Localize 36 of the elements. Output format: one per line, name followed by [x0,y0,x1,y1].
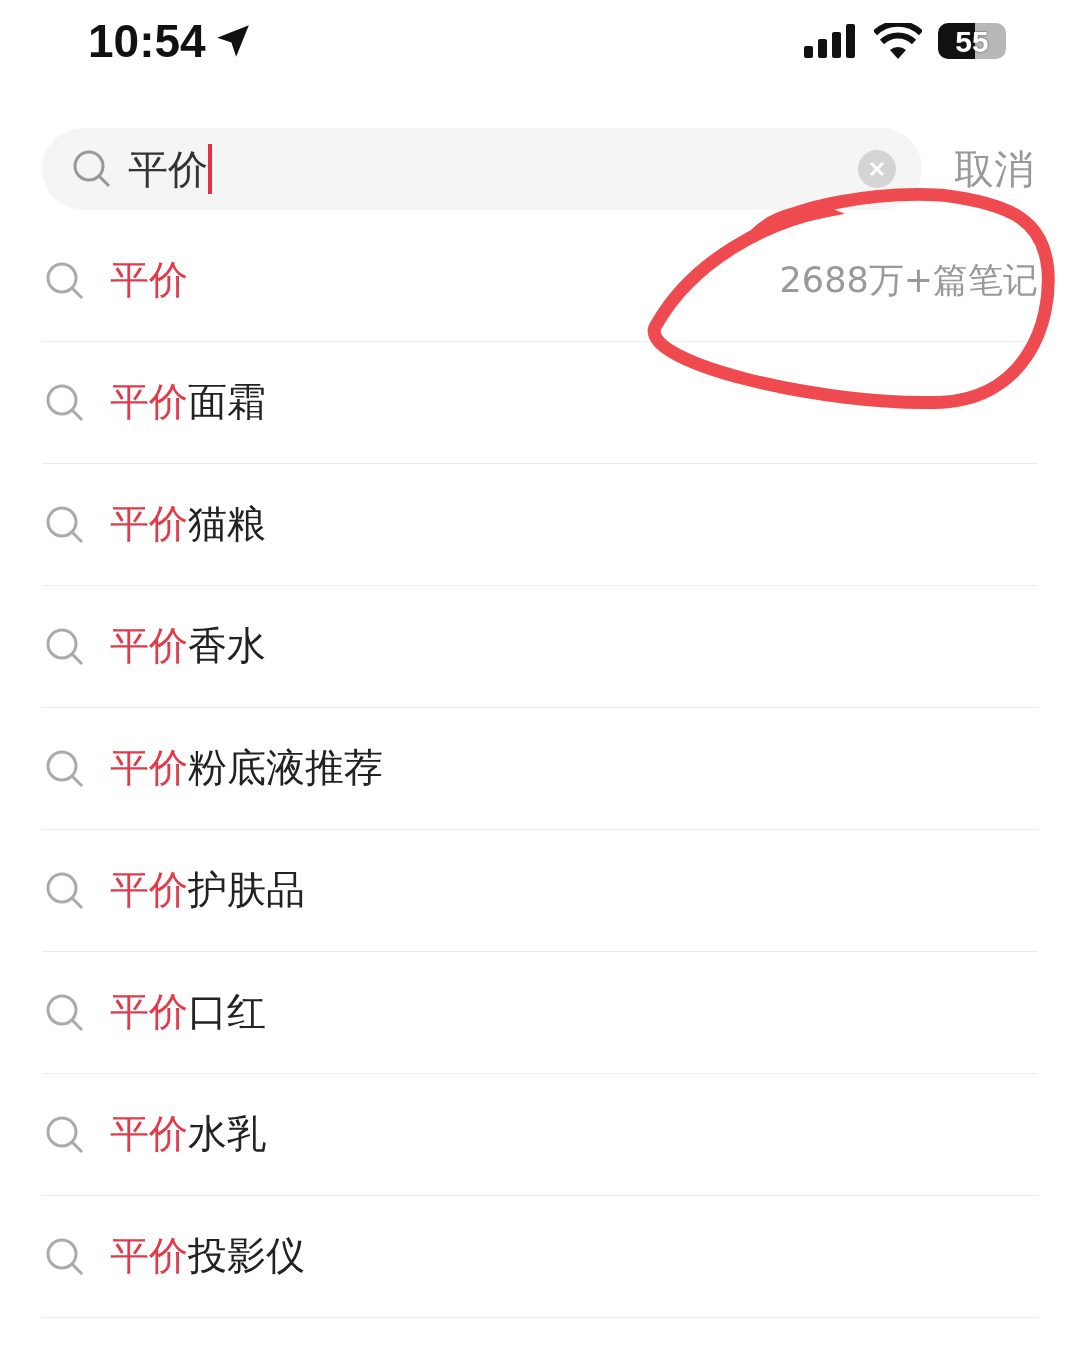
suggestion-text: 平价粉底液推荐 [110,744,383,793]
suggestion-text: 平价 [110,256,188,305]
search-icon [46,627,84,666]
search-icon [46,505,84,544]
clear-button[interactable] [858,150,896,188]
suggestion-item[interactable]: 平价粉底液推荐 [42,708,1038,830]
search-icon [46,871,84,910]
suggestion-item[interactable]: 平价 2688万+篇笔记 [42,220,1038,342]
search-icon [46,1237,84,1276]
suggestion-text: 平价投影仪 [110,1232,305,1281]
suggestion-text: 平价护肤品 [110,866,305,915]
wifi-icon [874,23,922,59]
suggestion-text: 平价猫粮 [110,500,266,549]
note-count: 2688万+篇笔记 [779,259,1038,303]
suggestion-item[interactable]: 平价投影仪 [42,1196,1038,1318]
search-icon [46,261,84,300]
suggestion-item[interactable]: 平价香水 [42,586,1038,708]
suggestion-text: 平价香水 [110,622,266,671]
suggestion-item[interactable]: 平价面霜 [42,342,1038,464]
suggestion-item[interactable]: 平价水乳 [42,1074,1038,1196]
search-icon [46,993,84,1032]
search-icon [46,749,84,788]
search-field[interactable]: 平价 [42,128,922,210]
text-cursor [208,144,212,194]
clock-time: 10:54 [88,18,206,64]
signal-icon [804,24,858,58]
search-icon [72,149,112,189]
search-icon [46,1115,84,1154]
search-icon [46,383,84,422]
suggestion-item[interactable]: 平价猫粮 [42,464,1038,586]
suggestion-text: 平价面霜 [110,378,266,427]
suggestion-text: 平价口红 [110,988,266,1037]
suggestion-item[interactable]: 平价护肤品 [42,830,1038,952]
search-query: 平价 [128,149,208,189]
suggestion-item[interactable]: 平价口红 [42,952,1038,1074]
suggestion-text: 平价水乳 [110,1110,266,1159]
